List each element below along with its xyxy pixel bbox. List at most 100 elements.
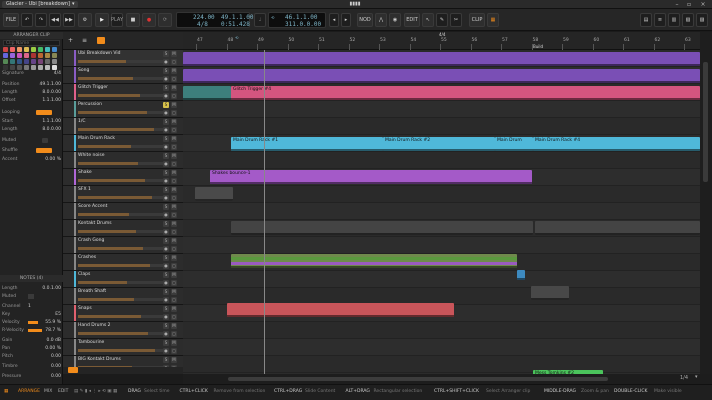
monitor-icon[interactable]: ▢ (171, 59, 177, 65)
color-swatch[interactable] (10, 53, 15, 58)
looping-toggle[interactable] (36, 110, 52, 115)
build-marker[interactable]: Build (533, 44, 543, 49)
rvelocity-field[interactable]: 78.7 % (45, 327, 61, 334)
pressure-field[interactable]: 0.00 (51, 373, 61, 380)
clip-button[interactable]: CLIP (469, 13, 485, 27)
color-swatch[interactable] (31, 53, 36, 58)
timeline-ruler[interactable]: 474849505152535455565758596061626364 ⟲ 4… (183, 32, 700, 50)
status-tool-icons[interactable]: ▤ ✎ ▮ ◂ ⋮ ▸ ⟲ ▣ ▦ (74, 389, 117, 394)
solo-button[interactable]: S (163, 102, 169, 108)
track-name[interactable]: Tambourine (78, 340, 104, 345)
stop-icon[interactable]: ■ (126, 13, 140, 27)
playhead[interactable] (264, 50, 265, 374)
mute-button[interactable]: M (171, 357, 177, 363)
record-arm-icon[interactable]: ● (163, 178, 169, 184)
track-volume-fader[interactable] (78, 332, 163, 335)
track-name[interactable]: Score Accent (78, 204, 107, 209)
close-icon[interactable]: × (698, 1, 708, 8)
monitor-icon[interactable]: ▢ (171, 297, 177, 303)
cut-tool-icon[interactable]: ✂ (450, 13, 462, 27)
track-lane[interactable] (183, 356, 700, 373)
track-volume-fader[interactable] (78, 179, 163, 182)
record-arm-icon[interactable]: ● (163, 348, 169, 354)
track-volume-fader[interactable] (78, 77, 163, 80)
track-header[interactable]: Tambourine S M ● ▢ (63, 339, 183, 356)
track-volume-fader[interactable] (78, 60, 163, 63)
track-header[interactable]: SFX 1 S M ● ▢ (63, 186, 183, 203)
track-name[interactable]: 1/C (78, 119, 86, 124)
mute-button[interactable]: M (171, 102, 177, 108)
mute-button[interactable]: M (171, 340, 177, 346)
gain-field[interactable]: 0.0 dB (46, 337, 61, 344)
position-row[interactable]: Position 49.1.1.00 (2, 81, 61, 88)
horizontal-scrollbar[interactable]: 1/4 ▾ (183, 374, 712, 384)
track-volume-fader[interactable] (78, 298, 163, 301)
browser-icon[interactable]: ▤ (640, 13, 652, 27)
track-lane[interactable] (183, 101, 700, 118)
edit-button[interactable]: EDIT (404, 13, 420, 27)
solo-button[interactable]: S (163, 136, 169, 142)
nod-button[interactable]: NOD (357, 13, 373, 27)
track-lane[interactable] (183, 203, 700, 220)
solo-button[interactable]: S (163, 85, 169, 91)
track-name[interactable]: Kontakt Drums (78, 221, 112, 226)
track-header[interactable]: Ubi Breakdown Vid S M ● ▢ (63, 50, 183, 67)
solo-button[interactable]: S (163, 170, 169, 176)
track-header[interactable]: Percussion S M ● ▢ (63, 101, 183, 118)
panel-icon[interactable]: ▧ (682, 13, 694, 27)
track-volume-fader[interactable] (78, 111, 163, 114)
monitor-icon[interactable]: ▢ (171, 178, 177, 184)
solo-button[interactable]: S (163, 51, 169, 57)
looping-row[interactable]: Looping (2, 109, 61, 116)
arrangement-clip[interactable] (517, 270, 525, 280)
track-header[interactable]: Kontakt Drums S M ● ▢ (63, 220, 183, 237)
track-header[interactable]: Crashes S M ● ▢ (63, 254, 183, 271)
record-arm-icon[interactable]: ● (163, 76, 169, 82)
color-swatch[interactable] (31, 47, 36, 52)
velocity-bar[interactable] (28, 321, 38, 324)
mute-button[interactable]: M (171, 119, 177, 125)
signature-marker[interactable]: 4/4 (439, 32, 445, 37)
track-lane[interactable] (183, 186, 700, 203)
monitor-icon[interactable]: ▢ (171, 93, 177, 99)
track-name[interactable]: Glitch Trigger (78, 85, 108, 90)
arrangement-view[interactable]: Glitch Trigger #4 Main Drum Rack #1 Main D… (183, 50, 700, 374)
track-volume-fader[interactable] (78, 230, 163, 233)
color-swatch[interactable] (45, 53, 50, 58)
color-palette[interactable] (3, 47, 60, 70)
pitch-field[interactable]: 0.00 (51, 353, 61, 360)
track-lane[interactable] (183, 152, 700, 169)
mute-button[interactable]: M (171, 272, 177, 278)
mixer-icon[interactable]: ≡ (654, 13, 666, 27)
track-header[interactable]: Breath Shaft S M ● ▢ (63, 288, 183, 305)
signature-row[interactable]: Signature 4/4 (2, 70, 61, 77)
mix-tab[interactable]: MIX (44, 389, 52, 394)
monitor-icon[interactable]: ▢ (171, 161, 177, 167)
time-signature-value[interactable]: 4/8 (197, 21, 208, 28)
track-volume-fader[interactable] (78, 315, 163, 318)
note-muted-toggle[interactable] (28, 294, 34, 299)
monitor-icon[interactable]: ▢ (171, 76, 177, 82)
track-lane[interactable] (183, 118, 700, 135)
pan-field[interactable]: 0.00 % (45, 345, 61, 352)
arrangement-clip[interactable] (183, 52, 700, 66)
velocity-field[interactable]: 55.9 % (45, 319, 61, 326)
record-arm-icon[interactable]: ● (163, 195, 169, 201)
record-arm-icon[interactable]: ● (163, 229, 169, 235)
accent-field[interactable]: 0.00 % (45, 156, 61, 163)
mute-button[interactable]: M (171, 238, 177, 244)
track-header[interactable]: Hand Drums 2 S M ● ▢ (63, 322, 183, 339)
solo-button[interactable]: S (163, 119, 169, 125)
track-volume-fader[interactable] (78, 94, 163, 97)
track-name[interactable]: SFX 1 (78, 187, 91, 192)
track-name[interactable]: Percussion (78, 102, 102, 107)
color-swatch[interactable] (52, 47, 57, 52)
pointer-tool-icon[interactable]: ↖ (422, 13, 434, 27)
vertical-scrollbar[interactable] (700, 32, 712, 374)
color-swatch[interactable] (10, 47, 15, 52)
record-arm-icon[interactable]: ● (163, 280, 169, 286)
loop-length-row[interactable]: Length 8.0.0.00 (2, 126, 61, 133)
play-icon[interactable]: ▶ (95, 13, 109, 27)
solo-button[interactable]: S (163, 68, 169, 74)
loop-length-field[interactable]: 8.0.0.00 (42, 126, 61, 133)
